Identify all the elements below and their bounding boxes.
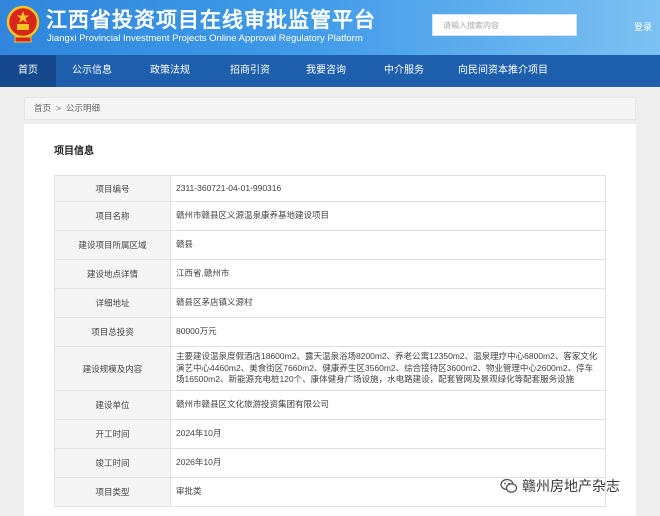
table-row: 详细地址 赣县区茅店镇义源村 <box>54 288 606 318</box>
login-link[interactable]: 登录 <box>634 20 652 33</box>
table-row: 建设项目所属区域 赣县 <box>54 230 606 260</box>
site-title: 江西省投资项目在线审批监管平台 <box>46 9 376 32</box>
watermark-text: 赣州房地产杂志 <box>522 478 620 494</box>
row-label: 项目名称 <box>54 201 171 231</box>
row-label: 开工时间 <box>54 419 171 449</box>
nav-item-investment[interactable]: 招商引资 <box>212 55 288 87</box>
watermark: 赣州房地产杂志 <box>500 476 620 496</box>
row-label: 建设单位 <box>54 390 171 420</box>
row-label: 建设规模及内容 <box>54 346 171 391</box>
table-row: 项目编号 2311-360721-04-01-990316 <box>54 175 606 202</box>
table-row: 建设规模及内容 主要建设温泉度假酒店18600m2、露天温泉浴场8200m2、养… <box>54 346 606 391</box>
row-value: 2311-360721-04-01-990316 <box>170 175 606 202</box>
row-value: 赣州市赣县区文化旅游投资集团有限公司 <box>170 390 606 420</box>
row-value: 赣县区茅店镇义源村 <box>170 288 606 318</box>
row-label: 详细地址 <box>54 288 171 318</box>
row-label: 项目类型 <box>54 477 171 507</box>
row-value: 2026年10月 <box>170 448 606 478</box>
table-row: 竣工时间 2026年10月 <box>54 448 606 478</box>
row-label: 竣工时间 <box>54 448 171 478</box>
table-row: 建设单位 赣州市赣县区文化旅游投资集团有限公司 <box>54 390 606 420</box>
row-label: 建设地点详情 <box>54 259 171 289</box>
wechat-icon <box>500 478 518 493</box>
row-value: 赣县 <box>170 230 606 260</box>
project-info-table: 项目编号 2311-360721-04-01-990316 项目名称 赣州市赣县… <box>54 175 606 507</box>
row-value: 赣州市赣县区义源温泉康养基地建设项目 <box>170 201 606 231</box>
breadcrumb-separator: > <box>56 103 61 113</box>
nav-item-agency-services[interactable]: 中介服务 <box>364 55 444 87</box>
site-header: 江西省投资项目在线审批监管平台 Jiangxi Provincial Inves… <box>0 0 660 55</box>
row-value: 80000万元 <box>170 317 606 347</box>
nav-item-public-notice[interactable]: 公示信息 <box>56 55 128 87</box>
search-input[interactable] <box>432 14 577 36</box>
main-nav: 首页 公示信息 政策法规 招商引资 我要咨询 中介服务 向民间资本推介项目 <box>0 55 660 87</box>
row-label: 建设项目所属区域 <box>54 230 171 260</box>
nav-item-policies[interactable]: 政策法规 <box>128 55 212 87</box>
section-title: 项目信息 <box>54 146 94 157</box>
breadcrumb-current: 公示明细 <box>65 103 100 113</box>
row-value: 2024年10月 <box>170 419 606 449</box>
row-value: 主要建设温泉度假酒店18600m2、露天温泉浴场8200m2、养老公寓12350… <box>170 346 606 391</box>
nav-item-consult[interactable]: 我要咨询 <box>288 55 364 87</box>
site-subtitle: Jiangxi Provincial Investment Projects O… <box>47 33 363 44</box>
breadcrumb: 首页 > 公示明细 <box>24 97 636 120</box>
row-value: 江西省,赣州市 <box>170 259 606 289</box>
nav-item-private-capital[interactable]: 向民间资本推介项目 <box>444 55 562 87</box>
nav-item-home[interactable]: 首页 <box>0 55 56 87</box>
national-emblem-icon <box>6 5 40 43</box>
project-panel: 项目信息 项目编号 2311-360721-04-01-990316 项目名称 … <box>24 124 636 516</box>
table-row: 项目总投资 80000万元 <box>54 317 606 347</box>
table-row: 建设地点详情 江西省,赣州市 <box>54 259 606 289</box>
breadcrumb-home[interactable]: 首页 <box>34 103 51 113</box>
row-label: 项目总投资 <box>54 317 171 347</box>
row-label: 项目编号 <box>54 175 171 202</box>
table-row: 项目名称 赣州市赣县区义源温泉康养基地建设项目 <box>54 201 606 231</box>
table-row: 开工时间 2024年10月 <box>54 419 606 449</box>
